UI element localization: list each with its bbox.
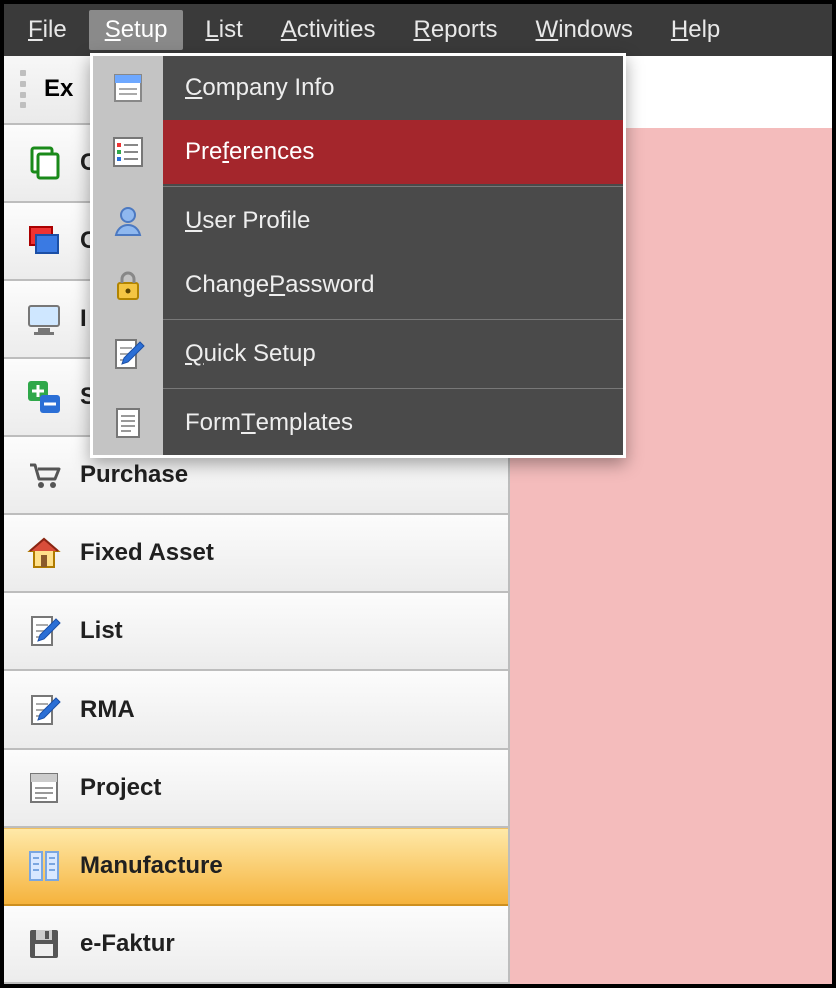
doc-pen-icon bbox=[26, 613, 62, 649]
menu-setup-dropdown: Company Info Preferences User Profile Ch… bbox=[90, 53, 626, 458]
menu-list[interactable]: List bbox=[189, 10, 258, 51]
menu-reports[interactable]: Reports bbox=[397, 10, 513, 51]
doc-pen-icon bbox=[110, 336, 146, 372]
columns-icon bbox=[26, 848, 62, 884]
doc-lines-icon bbox=[110, 405, 146, 441]
grip-icon bbox=[20, 70, 30, 108]
menu-file[interactable]: File bbox=[12, 10, 83, 51]
menu-quick-setup[interactable]: Quick Setup bbox=[93, 322, 623, 386]
menu-user-profile[interactable]: User Profile bbox=[93, 189, 623, 253]
sidebar-item-label: I bbox=[80, 305, 87, 333]
menu-help[interactable]: Help bbox=[655, 10, 736, 51]
list-icon bbox=[110, 134, 146, 170]
user-icon bbox=[110, 203, 146, 239]
sidebar-item-label: e-Faktur bbox=[80, 930, 175, 958]
sidebar-item-label: List bbox=[80, 617, 123, 645]
menu-company-info[interactable]: Company Info bbox=[93, 56, 623, 120]
menu-form-templates[interactable]: Form Templates bbox=[93, 391, 623, 455]
copy-icon bbox=[26, 145, 62, 181]
sidebar-item-label: Purchase bbox=[80, 461, 188, 489]
menubar: File Setup List Activities Reports Windo… bbox=[4, 4, 832, 56]
cart-icon bbox=[26, 457, 62, 493]
sidebar-item-manufacture[interactable]: Manufacture bbox=[4, 828, 508, 906]
sidebar-item-label: Fixed Asset bbox=[80, 539, 214, 567]
sidebar-item-label: Manufacture bbox=[80, 852, 223, 880]
sidebar-item-label: Project bbox=[80, 774, 161, 802]
menu-preferences[interactable]: Preferences bbox=[93, 120, 623, 184]
doc-pen-icon bbox=[26, 692, 62, 728]
sidebar-item-label: RMA bbox=[80, 696, 135, 724]
form-icon bbox=[110, 70, 146, 106]
plus-minus-icon bbox=[26, 379, 62, 415]
sidebar-item-rma[interactable]: RMA bbox=[4, 671, 508, 749]
sidebar-header-label: Ex bbox=[44, 75, 73, 103]
lock-icon bbox=[110, 267, 146, 303]
sidebar-item-efaktur[interactable]: e-Faktur bbox=[4, 906, 508, 984]
menu-windows[interactable]: Windows bbox=[520, 10, 649, 51]
menu-change-password[interactable]: Change Password bbox=[93, 253, 623, 317]
menu-setup[interactable]: Setup bbox=[89, 10, 184, 51]
windows-icon bbox=[26, 223, 62, 259]
sidebar-item-list[interactable]: List bbox=[4, 593, 508, 671]
house-icon bbox=[26, 535, 62, 571]
floppy-icon bbox=[26, 926, 62, 962]
menu-activities[interactable]: Activities bbox=[265, 10, 392, 51]
form-icon bbox=[26, 770, 62, 806]
sidebar-item-project[interactable]: Project bbox=[4, 750, 508, 828]
app-window: File Setup List Activities Reports Windo… bbox=[0, 0, 836, 988]
monitor-icon bbox=[26, 301, 62, 337]
sidebar-item-fixed-asset[interactable]: Fixed Asset bbox=[4, 515, 508, 593]
